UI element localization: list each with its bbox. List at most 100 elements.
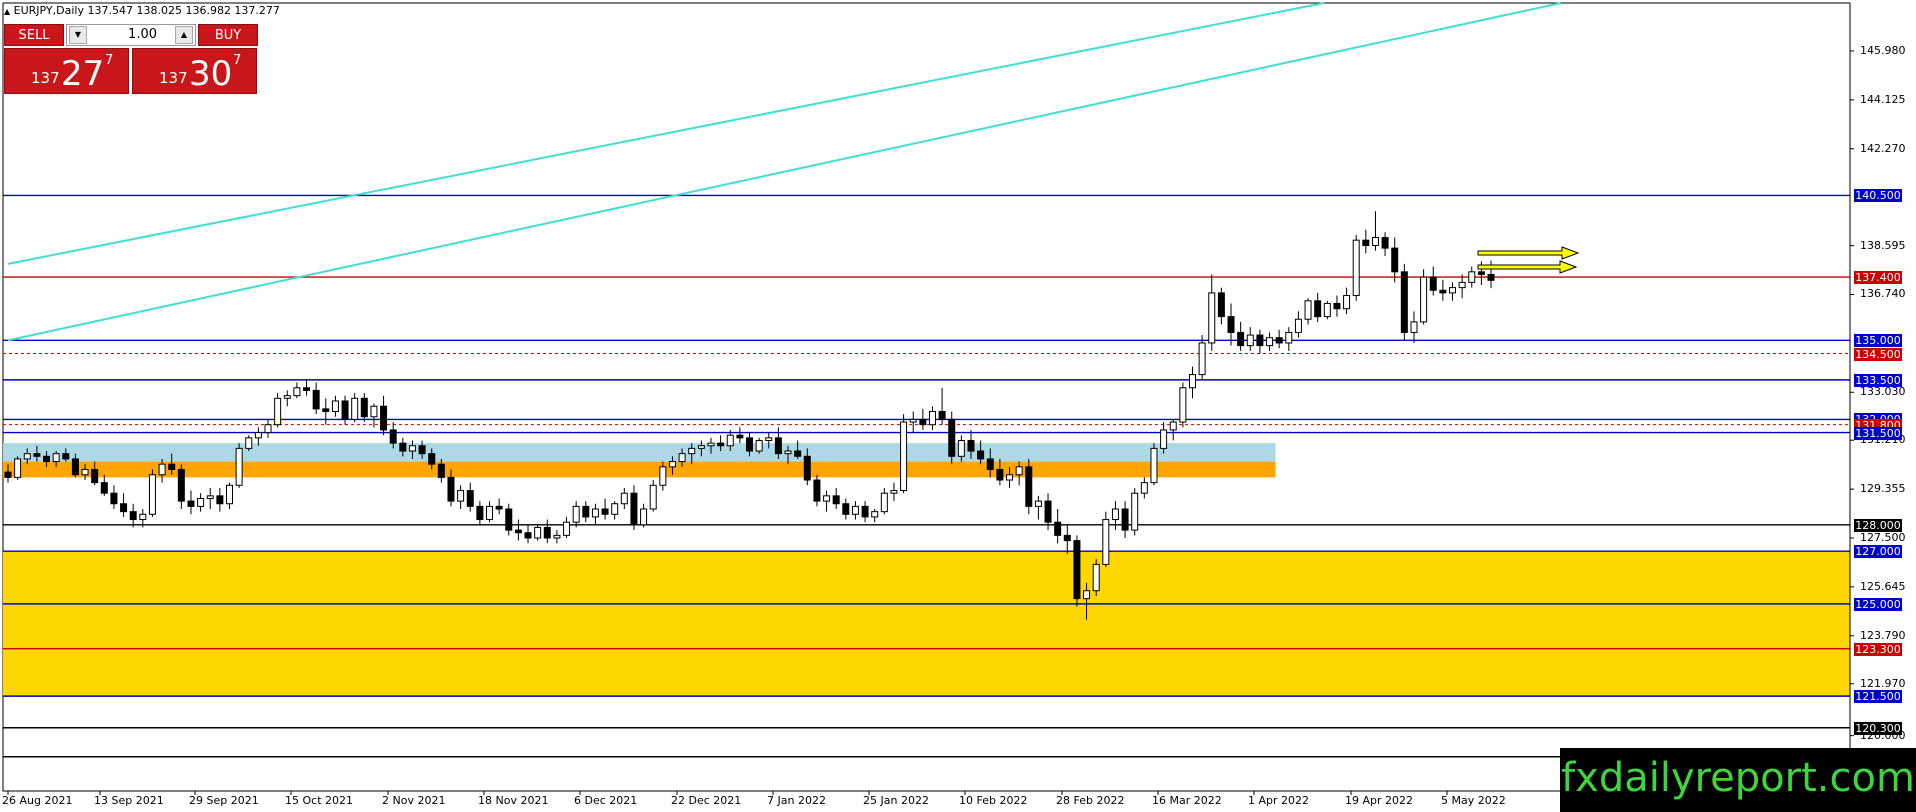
candle-body: [1044, 500, 1052, 523]
candle-body: [33, 453, 41, 457]
candle-body: [1063, 534, 1071, 542]
level-label-134.500: 134.500: [1854, 347, 1902, 361]
candle-body: [1208, 292, 1216, 344]
candle-body: [225, 484, 233, 505]
candle-body: [909, 418, 917, 423]
date-tick-label: 16 Mar 2022: [1152, 794, 1222, 807]
level-label-120.300: 120.300: [1854, 721, 1902, 735]
candle-body: [1275, 337, 1283, 344]
symbol-header: ▲ EURJPY,Daily 137.547 138.025 136.982 1…: [4, 4, 280, 17]
candle-body: [601, 508, 609, 515]
level-label-125.000: 125.000: [1854, 597, 1902, 611]
sell-button[interactable]: SELL: [4, 24, 64, 46]
candle-body: [871, 511, 879, 518]
price-chart[interactable]: [0, 0, 1916, 812]
candle-body: [120, 503, 128, 513]
candle-body: [187, 500, 195, 507]
candle-body: [1400, 271, 1408, 333]
candle: [274, 393, 282, 428]
price-tick-label: 144.125: [1860, 92, 1906, 106]
candle-body: [4, 471, 12, 478]
candle-body: [996, 468, 1004, 481]
candle-body: [928, 410, 936, 426]
candle-body: [341, 400, 349, 420]
candle-body: [794, 450, 802, 457]
candle-body: [1429, 276, 1437, 291]
candle-body: [322, 408, 330, 412]
candle-body: [514, 529, 522, 534]
lot-size-field[interactable]: ▼ 1.00 ▲: [66, 24, 196, 46]
candle-body: [1025, 466, 1033, 507]
candle-body: [774, 437, 782, 455]
candle-body: [1323, 302, 1331, 318]
buy-price-sup: 7: [233, 53, 242, 68]
level-label-127.000: 127.000: [1854, 545, 1902, 559]
buy-price-box[interactable]: 137 30 7: [132, 48, 257, 94]
candle: [755, 437, 763, 454]
lot-increase-icon[interactable]: ▲: [175, 26, 193, 44]
candle: [1150, 443, 1158, 486]
candle-body: [486, 505, 493, 521]
candle-body: [572, 505, 580, 523]
buy-price-big: 30: [189, 54, 233, 94]
candle: [245, 435, 253, 452]
candle-body: [1477, 271, 1485, 275]
date-tick-label: 26 Aug 2021: [2, 794, 73, 807]
candle-body: [158, 463, 166, 476]
candle-body: [1314, 300, 1322, 318]
sell-price-box[interactable]: 137 27 7: [4, 48, 129, 94]
candle-body: [736, 434, 744, 439]
sell-price-big: 27: [61, 54, 105, 94]
candle: [1179, 382, 1187, 428]
level-label-131.500: 131.500: [1854, 426, 1902, 440]
candle-body: [370, 405, 378, 418]
candle-body: [630, 492, 638, 526]
zone-gold: [3, 551, 1850, 697]
lot-decrease-icon[interactable]: ▼: [69, 26, 87, 44]
candle-body: [216, 495, 224, 505]
zone-orange: [3, 461, 1276, 478]
candle-body: [1179, 387, 1187, 423]
candle-body: [283, 395, 291, 399]
candle-body: [1246, 334, 1254, 347]
buy-button[interactable]: BUY: [198, 24, 258, 46]
candle-body: [1102, 519, 1110, 565]
candle-body: [967, 439, 975, 452]
level-label-133.500: 133.500: [1854, 373, 1902, 387]
date-tick-label: 28 Feb 2022: [1056, 794, 1125, 807]
candle-body: [476, 505, 484, 521]
candle-body: [1294, 318, 1302, 333]
candle-body: [1449, 287, 1456, 294]
date-tick-label: 25 Jan 2022: [863, 794, 929, 807]
candle-body: [977, 450, 985, 460]
candle-body: [177, 468, 185, 502]
candle-body: [148, 474, 156, 515]
candle-body: [1131, 492, 1139, 531]
candle-body: [591, 508, 599, 518]
candle-body: [1227, 316, 1235, 333]
candle-body: [1015, 466, 1023, 476]
candle-body: [23, 453, 31, 460]
level-label-121.500: 121.500: [1854, 690, 1902, 704]
candle-body: [649, 484, 657, 510]
candle-body: [726, 434, 734, 447]
candle-body: [206, 495, 214, 499]
candle: [1400, 263, 1408, 341]
level-label-128.000: 128.000: [1854, 518, 1902, 532]
date-tick-label: 18 Nov 2021: [478, 794, 549, 807]
candle-body: [1034, 500, 1042, 507]
date-tick-label: 5 May 2022: [1441, 794, 1506, 807]
candle-body: [784, 450, 792, 455]
collapse-triangle-icon[interactable]: ▲: [4, 7, 10, 16]
price-tick-label: 125.645: [1860, 579, 1906, 593]
candle-body: [1362, 239, 1370, 246]
candle: [1131, 487, 1139, 536]
date-tick-label: 2 Nov 2021: [382, 794, 446, 807]
lot-size-value[interactable]: 1.00: [97, 27, 157, 42]
candle: [534, 524, 542, 541]
candle-body: [1381, 237, 1389, 249]
candle-body: [900, 421, 908, 492]
date-tick-label: 7 Jan 2022: [767, 794, 826, 807]
candle: [1092, 559, 1100, 596]
level-label-135.000: 135.000: [1854, 334, 1902, 348]
